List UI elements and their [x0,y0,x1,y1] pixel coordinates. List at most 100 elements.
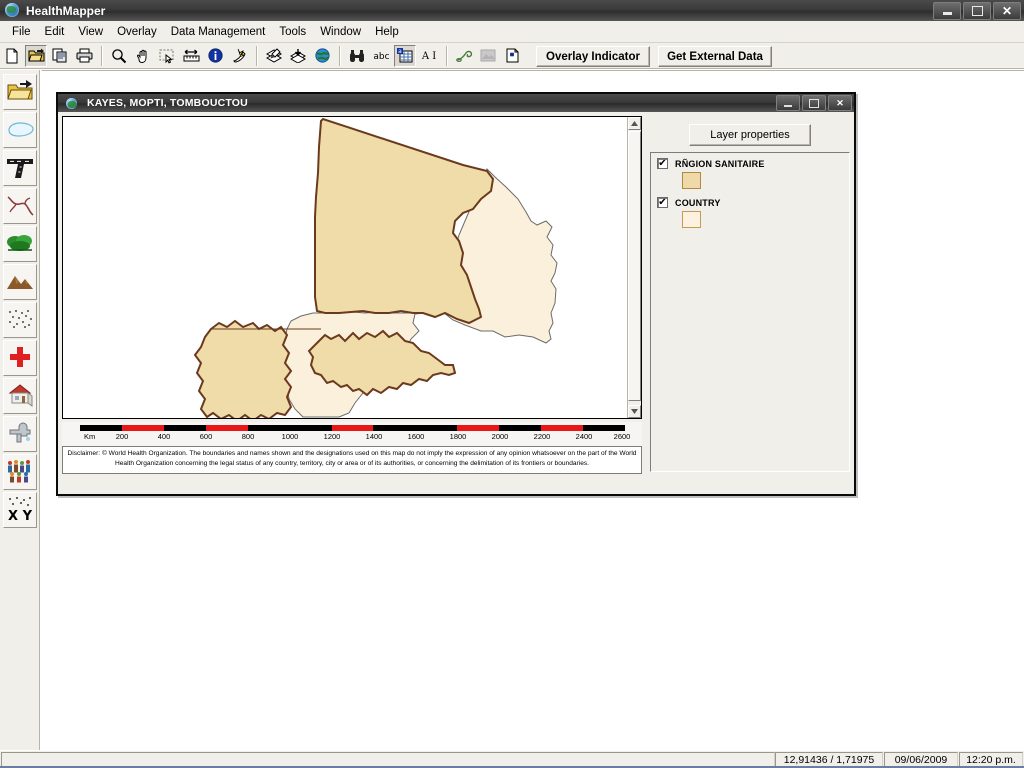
scroll-up-icon[interactable] [628,117,641,130]
globe-icon [5,2,21,19]
window-controls: ✕ [933,2,1021,20]
health-facility-icon [9,346,31,371]
scale-bar-track [80,425,625,431]
open-folder-icon [6,79,33,105]
info-icon[interactable] [204,45,226,67]
layer-checkbox-region-sanitaire[interactable]: ✔ [657,158,668,169]
layer-label-region-sanitaire: RÑGION SANITAIRE [675,158,765,169]
map-window-title: KAYES, MOPTI, TOMBOUCTOU [87,97,248,109]
map-window-title-bar: KAYES, MOPTI, TOMBOUCTOU ✕ [58,94,854,112]
hotlink-icon[interactable] [228,45,250,67]
map-restore-button[interactable] [802,95,826,111]
layer-properties-button[interactable]: Layer properties [689,124,811,146]
soil-dots-icon [7,309,33,332]
palette-item-rivers[interactable] [2,188,37,224]
scale-tick: 1600 [407,432,425,441]
map-layers-edit-icon[interactable] [263,45,285,67]
svg-text:a: a [398,48,402,55]
print-icon[interactable] [73,45,95,67]
restore-button[interactable] [963,2,991,20]
palette-item-soil[interactable] [2,302,37,338]
palette-item-health-facility[interactable] [2,340,37,376]
layer-list[interactable]: ✔ RÑGION SANITAIRE ✔ COUNTRY [650,152,850,472]
svg-text:abc: abc [373,52,389,62]
svg-text:X Y: X Y [8,509,33,522]
label-abc-icon[interactable]: abc [370,45,392,67]
application-window: HealthMapper ✕ File Edit View Overlay Da… [0,0,1024,768]
get-external-data-button[interactable]: Get External Data [658,46,772,67]
layer-tool-palette: X Y [0,70,40,750]
globe-layer-icon[interactable] [311,45,333,67]
palette-item-xy[interactable]: X Y [2,492,37,528]
scrollbar-thumb[interactable] [628,131,641,401]
map-minimize-button[interactable] [776,95,800,111]
scale-tick: 2400 [575,432,593,441]
palette-item-water-body[interactable] [2,112,37,148]
mountains-icon [6,272,34,293]
scale-tick: 600 [199,432,213,441]
menu-view[interactable]: View [71,23,110,41]
open-folder-icon[interactable] [25,44,47,67]
map-window-controls: ✕ [776,95,852,111]
new-document-icon[interactable] [1,45,23,67]
layer-swatch-country[interactable] [682,211,701,228]
menu-window[interactable]: Window [313,23,368,41]
water-tap-icon [6,422,34,447]
river-icon [6,193,34,220]
palette-item-relief[interactable] [2,264,37,300]
palette-item-population[interactable] [2,454,37,490]
globe-icon [62,97,82,109]
scale-tick: 1800 [449,432,467,441]
palette-item-vegetation[interactable] [2,226,37,262]
map-vertical-scrollbar[interactable] [627,117,641,418]
menu-file[interactable]: File [5,23,38,41]
toolbar: abc a A I Overlay Indicator Get External… [0,43,1024,69]
table-icon[interactable]: a [394,44,416,67]
palette-item-water-point[interactable] [2,416,37,452]
toolbar-right-buttons: Overlay Indicator Get External Data [528,46,772,67]
map-scale-bar: Km 200 400 600 800 1000 1200 1400 1600 1… [62,422,642,448]
minimize-button[interactable] [933,2,961,20]
map-close-button[interactable]: ✕ [828,95,852,111]
menu-help[interactable]: Help [368,23,406,41]
layer-item-region-sanitaire[interactable]: ✔ RÑGION SANITAIRE [657,158,843,189]
menu-tools[interactable]: Tools [272,23,313,41]
link-icon[interactable] [453,45,475,67]
close-button[interactable]: ✕ [993,2,1021,20]
measure-icon[interactable] [180,45,202,67]
overlay-indicator-button[interactable]: Overlay Indicator [536,46,650,67]
map-canvas[interactable] [63,117,629,418]
palette-item-open[interactable] [2,74,37,110]
annotate-text-icon[interactable]: A I [418,45,440,67]
menu-data-management[interactable]: Data Management [164,23,273,41]
layer-checkbox-country[interactable]: ✔ [657,197,668,208]
scroll-down-icon[interactable] [628,405,641,418]
menu-edit[interactable]: Edit [38,23,72,41]
menu-overlay[interactable]: Overlay [110,23,164,41]
layer-panel: Layer properties ✔ RÑGION SANITAIRE ✔ CO… [648,116,852,474]
image-icon[interactable] [477,45,499,67]
map-view[interactable] [62,116,642,419]
village-house-icon [6,383,34,410]
layer-item-country[interactable]: ✔ COUNTRY [657,197,843,228]
menu-bar: File Edit View Overlay Data Management T… [0,21,1024,43]
scale-tick: 200 [115,432,129,441]
palette-item-roads[interactable] [2,150,37,186]
xy-coordinates-icon: X Y [6,496,34,525]
find-binoculars-icon[interactable] [346,45,368,67]
scale-tick: 2000 [491,432,509,441]
copy-icon[interactable] [49,45,71,67]
scale-tick: 800 [241,432,255,441]
add-layer-icon[interactable] [287,45,309,67]
scale-tick: 1000 [281,432,299,441]
pan-hand-icon[interactable] [132,45,154,67]
map-child-window: KAYES, MOPTI, TOMBOUCTOU ✕ Km 200 400 60… [56,92,856,496]
svg-text:A I: A I [421,51,436,62]
palette-item-village[interactable] [2,378,37,414]
map-window-body: Km 200 400 600 800 1000 1200 1400 1600 1… [60,114,852,492]
new-page-icon[interactable] [501,45,523,67]
road-icon [6,155,34,182]
select-rectangle-icon[interactable] [156,45,178,67]
layer-swatch-region-sanitaire[interactable] [682,172,701,189]
zoom-icon[interactable] [108,45,130,67]
